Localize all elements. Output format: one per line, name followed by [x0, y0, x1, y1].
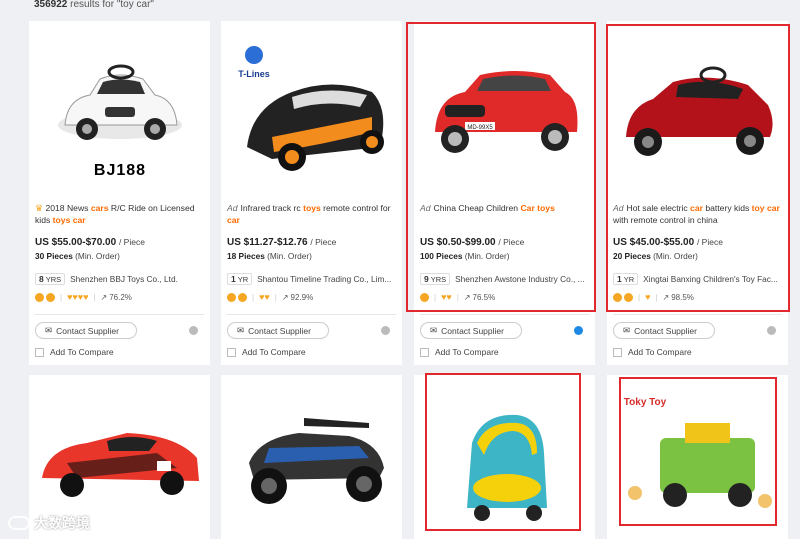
share-icon: ↗ — [662, 292, 670, 302]
mail-icon: ✉ — [430, 325, 438, 335]
add-to-compare[interactable]: Add To Compare — [613, 347, 692, 357]
share-icon: ↗ — [281, 292, 289, 302]
min-order: 100 Pieces (Min. Order) — [420, 251, 510, 261]
share-icon: ↗ — [100, 292, 108, 302]
crown-icon: ♛ — [35, 203, 44, 213]
license-plate: MD-99X5 — [467, 125, 493, 131]
price: US $55.00-$70.00 / Piece — [35, 237, 145, 248]
product-image[interactable]: BJ188 — [37, 29, 202, 194]
add-to-compare[interactable]: Add To Compare — [35, 347, 114, 357]
product-image[interactable]: T-Lines — [229, 29, 394, 194]
contact-supplier-button[interactable]: ✉ Contact Supplier — [420, 322, 522, 339]
gold-badge-icon — [35, 292, 44, 302]
product-title[interactable]: ♛ 2018 News cars R/C Ride on Licensed ki… — [35, 202, 205, 226]
contact-supplier-button[interactable]: ✉ Contact Supplier — [227, 322, 329, 339]
watermark: 大数跨境 — [8, 513, 90, 533]
supplier-name[interactable]: 9 YRS Shenzhen Awstone Industry Co., ... — [420, 273, 592, 285]
watermark-logo-icon — [8, 516, 30, 530]
heart-rating-icon: ♥♥ — [259, 292, 270, 302]
chat-icon[interactable] — [767, 326, 776, 335]
product-card[interactable] — [221, 375, 402, 539]
heart-rating-icon: ♥♥ — [441, 292, 452, 302]
years-badge: 9 YRS — [420, 273, 451, 285]
product-image[interactable] — [615, 29, 780, 194]
product-image[interactable]: Toky Toy — [615, 383, 780, 533]
contact-supplier-button[interactable]: ✉ Contact Supplier — [35, 322, 137, 339]
years-badge: 1 YR — [613, 273, 639, 285]
mail-icon: ✉ — [237, 325, 245, 335]
price: US $45.00-$55.00 / Piece — [613, 237, 723, 248]
results-count: 356922 results for "toy car" — [34, 0, 154, 10]
ad-label: Ad — [227, 203, 238, 213]
divider — [35, 314, 204, 315]
mail-icon: ✉ — [623, 325, 631, 335]
min-order: 18 Pieces (Min. Order) — [227, 251, 312, 261]
price: US $11.27-$12.76 / Piece — [227, 237, 337, 248]
divider — [613, 314, 782, 315]
brand-logo: T-Lines — [238, 69, 270, 79]
product-title[interactable]: Ad Hot sale electric car battery kids toy… — [613, 202, 783, 226]
product-card[interactable]: BJ188 ♛ 2018 News cars R/C Ride on Licen… — [29, 21, 210, 365]
min-order: 30 Pieces (Min. Order) — [35, 251, 120, 261]
product-title[interactable]: Ad Infrared track rc toys remote control … — [227, 202, 397, 226]
supplier-rating: | ♥♥♥♥ | ↗ 76.2% — [35, 292, 132, 302]
heart-rating-icon: ♥ — [645, 292, 651, 302]
compare-checkbox[interactable] — [35, 347, 44, 357]
price: US $0.50-$99.00 / Piece — [420, 237, 525, 248]
ad-label: Ad — [613, 203, 624, 213]
supplier-rating: | ♥ | ↗ 98.5% — [613, 292, 694, 302]
years-badge: 1 YR — [227, 273, 253, 285]
gold-badge-icon — [227, 292, 236, 302]
compare-checkbox[interactable] — [613, 347, 622, 357]
supplier-name[interactable]: 1 YR Shantou Timeline Trading Co., Lim... — [227, 273, 399, 285]
add-to-compare[interactable]: Add To Compare — [420, 347, 499, 357]
heart-rating-icon: ♥♥♥♥ — [67, 292, 89, 302]
product-image[interactable] — [422, 383, 587, 533]
toy-brand-logo: Toky Toy — [624, 397, 667, 408]
product-card[interactable]: T-Lines Ad Infrared track rc toys remote … — [221, 21, 402, 365]
supplier-rating: | ♥♥ | ↗ 92.9% — [227, 292, 313, 302]
ad-label: Ad — [420, 203, 431, 213]
mail-icon: ✉ — [45, 325, 53, 335]
product-card[interactable] — [414, 375, 595, 539]
product-image[interactable] — [229, 383, 394, 533]
product-title[interactable]: Ad China Cheap Children Car toys — [420, 202, 590, 214]
trade-assurance-icon — [238, 292, 247, 302]
share-icon: ↗ — [463, 292, 471, 302]
min-order: 20 Pieces (Min. Order) — [613, 251, 698, 261]
product-image[interactable] — [37, 383, 202, 533]
product-card[interactable]: Toky Toy — [607, 375, 788, 539]
gold-badge-icon — [420, 292, 429, 302]
supplier-name[interactable]: 1 YR Xingtai Banxing Children's Toy Fac..… — [613, 273, 785, 285]
add-to-compare[interactable]: Add To Compare — [227, 347, 306, 357]
supplier-rating: | ♥♥ | ↗ 76.5% — [420, 292, 495, 302]
product-card[interactable]: Ad Hot sale electric car battery kids toy… — [607, 21, 788, 365]
chat-icon[interactable] — [381, 326, 390, 335]
divider — [227, 314, 396, 315]
supplier-name[interactable]: 8 YRS Shenzhen BBJ Toys Co., Ltd. — [35, 273, 207, 285]
product-card[interactable]: MD-99X5 Ad China Cheap Children Car toys … — [414, 21, 595, 365]
product-image[interactable]: MD-99X5 — [422, 29, 587, 194]
model-label: BJ188 — [93, 162, 145, 179]
gold-badge-icon — [613, 292, 622, 302]
contact-supplier-button[interactable]: ✉ Contact Supplier — [613, 322, 715, 339]
trade-assurance-icon — [624, 292, 633, 302]
compare-checkbox[interactable] — [227, 347, 236, 357]
trade-assurance-icon — [46, 292, 55, 302]
years-badge: 8 YRS — [35, 273, 66, 285]
compare-checkbox[interactable] — [420, 347, 429, 357]
chat-icon[interactable] — [189, 326, 198, 335]
divider — [420, 314, 589, 315]
chat-online-icon[interactable] — [574, 326, 583, 335]
